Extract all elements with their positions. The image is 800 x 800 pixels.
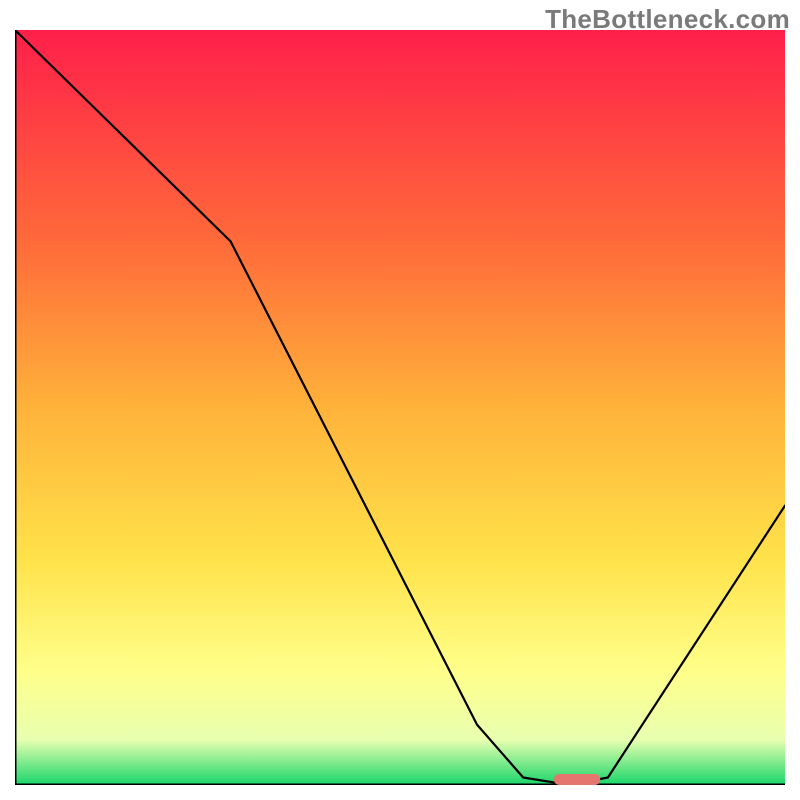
bottleneck-chart — [15, 30, 785, 785]
optimal-marker — [554, 774, 600, 785]
chart-stage: TheBottleneck.com — [0, 0, 800, 800]
plot-area — [15, 30, 785, 785]
